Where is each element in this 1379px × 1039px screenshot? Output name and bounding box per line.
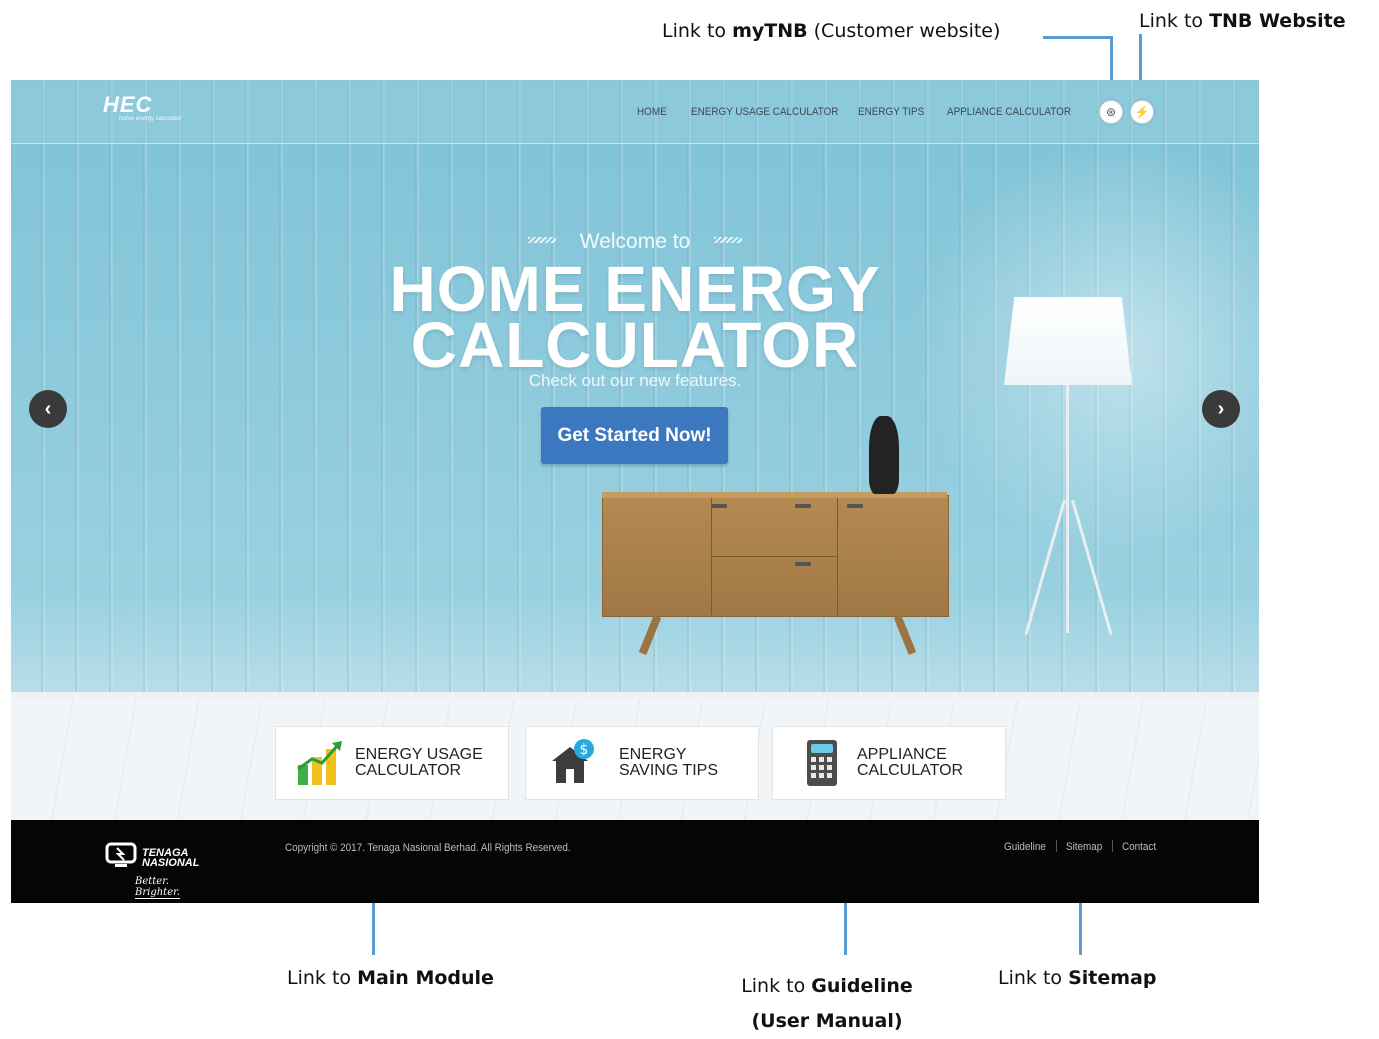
copyright-text: Copyright © 2017. Tenaga Nasional Berhad…: [285, 842, 571, 854]
cabinet-top: [602, 492, 947, 498]
card-label: ENERGY USAGE CALCULATOR: [355, 746, 483, 779]
lamp-pole: [1066, 383, 1069, 633]
card-energy-usage-calculator[interactable]: ENERGY USAGE CALCULATOR: [275, 726, 509, 800]
card-label: APPLIANCE CALCULATOR: [857, 746, 964, 779]
annotation-guideline: Link to Guideline (User Manual): [741, 975, 913, 1032]
statue-decor: [869, 416, 899, 494]
tenaga-nasional-logo[interactable]: TENAGA NASIONAL Better. Brighter.: [105, 842, 199, 899]
calculator-icon: [807, 740, 837, 786]
footer-separator: [1056, 840, 1057, 852]
footer-link-sitemap[interactable]: Sitemap: [1066, 841, 1102, 853]
logo-text: HEC: [103, 92, 153, 117]
tnb-icon[interactable]: ⚡: [1130, 100, 1154, 124]
card-label: ENERGY SAVING TIPS: [619, 746, 718, 779]
annotation-sitemap: Link to Sitemap: [998, 967, 1157, 989]
callout-line: [1043, 36, 1113, 39]
nav-appliance-calculator[interactable]: APPLIANCE CALCULATOR: [947, 106, 1071, 118]
website-screenshot: HEC home energy calculator HOME ENERGY U…: [11, 80, 1259, 903]
mytnb-icon[interactable]: ⊛: [1099, 100, 1123, 124]
footer-link-contact[interactable]: Contact: [1122, 841, 1156, 853]
footer-link-guideline[interactable]: Guideline: [1004, 841, 1046, 853]
svg-text:$: $: [580, 742, 589, 758]
annotation-tnb-website: Link to TNB Website: [1139, 10, 1346, 32]
tnb-slogan: Better. Brighter.: [135, 876, 180, 899]
annotation-main-module: Link to Main Module: [287, 967, 494, 989]
page-footer: TENAGA NASIONAL Better. Brighter. Copyrig…: [11, 820, 1259, 903]
tnb-logo-icon: [105, 842, 137, 867]
hero-banner: HEC home energy calculator HOME ENERGY U…: [11, 80, 1259, 820]
logo-tagline: home energy calculator: [119, 116, 182, 122]
cabinet-handle: [795, 562, 811, 566]
cabinet-divider: [711, 556, 837, 557]
cabinet-divider: [837, 498, 838, 615]
top-navbar: HEC home energy calculator HOME ENERGY U…: [11, 80, 1259, 144]
welcome-text: Welcome to: [11, 230, 1259, 254]
next-slide-button[interactable]: ›: [1202, 390, 1240, 428]
cabinet-handle: [847, 504, 863, 508]
card-appliance-calculator[interactable]: APPLIANCE CALCULATOR: [772, 726, 1006, 800]
house-dollar-icon: $: [552, 739, 594, 783]
annotation-mytnb: Link to myTNB (Customer website): [662, 20, 1001, 42]
hec-logo[interactable]: HEC home energy calculator: [103, 92, 181, 122]
tenaga-nasional-text: TENAGA NASIONAL: [142, 847, 200, 869]
cabinet-handle: [711, 504, 727, 508]
card-energy-saving-tips[interactable]: $ ENERGY SAVING TIPS: [525, 726, 759, 800]
get-started-button[interactable]: Get Started Now!: [541, 407, 728, 464]
cabinet-handle: [795, 504, 811, 508]
prev-slide-button[interactable]: ‹: [29, 390, 67, 428]
footer-separator: [1112, 840, 1113, 852]
nav-energy-usage-calculator[interactable]: ENERGY USAGE CALCULATOR: [691, 106, 838, 118]
nav-home[interactable]: HOME: [637, 106, 667, 118]
nav-energy-tips[interactable]: ENERGY TIPS: [858, 106, 924, 118]
hero-subtitle: Check out our new features.: [528, 371, 742, 390]
chart-growth-icon: [297, 741, 342, 785]
